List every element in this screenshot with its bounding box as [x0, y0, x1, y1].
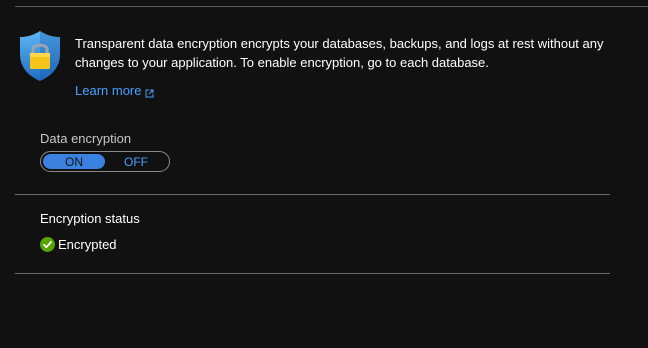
check-circle-icon — [40, 237, 55, 252]
external-link-icon — [145, 86, 154, 98]
encryption-status-title: Encryption status — [40, 211, 140, 226]
encryption-status-row: Encrypted — [40, 237, 117, 252]
info-description: Transparent data encryption encrypts you… — [75, 36, 604, 70]
section-divider — [15, 194, 610, 195]
toggle-on-option[interactable]: ON — [43, 154, 105, 169]
encryption-status-value: Encrypted — [58, 237, 117, 252]
tde-panel: Transparent data encryption encrypts you… — [0, 0, 648, 348]
toggle-off-option[interactable]: OFF — [105, 154, 167, 169]
data-encryption-toggle[interactable]: ON OFF — [40, 151, 170, 172]
learn-more-link[interactable]: Learn more — [75, 83, 154, 98]
bottom-divider — [15, 273, 610, 274]
learn-more-label: Learn more — [75, 83, 142, 98]
top-divider — [15, 6, 648, 7]
shield-lock-icon — [18, 30, 62, 82]
data-encryption-label: Data encryption — [40, 131, 132, 146]
